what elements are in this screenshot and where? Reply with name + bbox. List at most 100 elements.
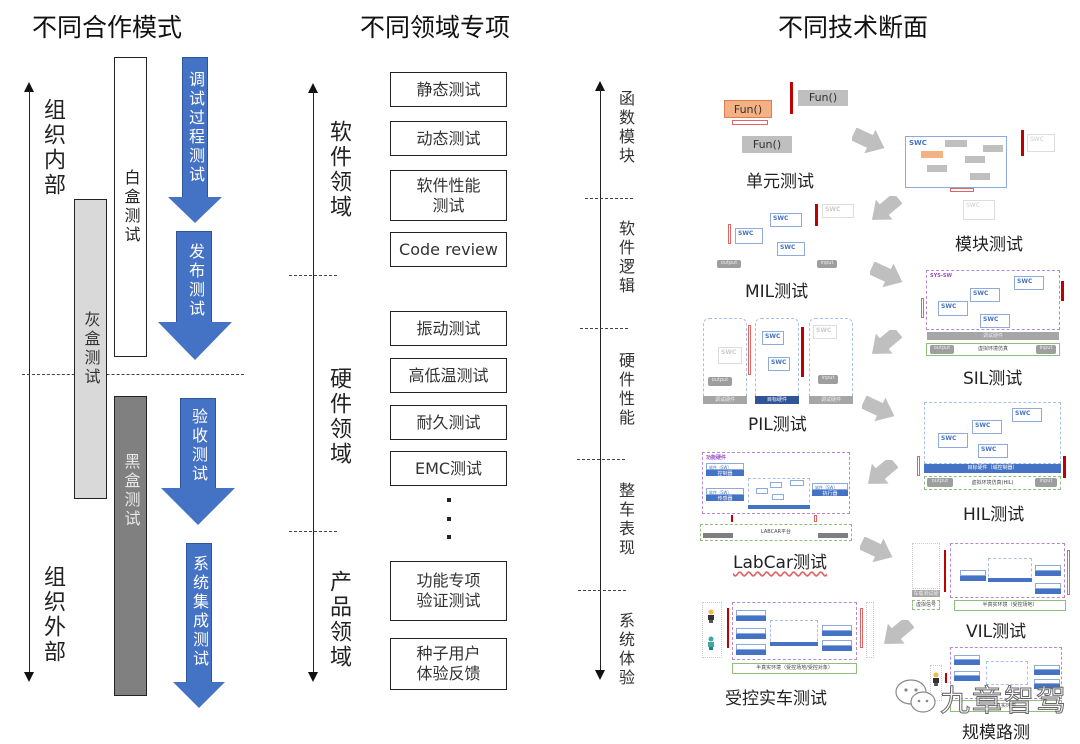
swc-box: SWC <box>770 213 802 227</box>
title-technical-sections: 不同技术断面 <box>778 13 929 42</box>
fun-under-test: Fun() <box>724 100 772 118</box>
hil-test-diagram: SWC SWC SWC SWC 目标硬件（域控制器） 虚拟环境仿真(HIL) o… <box>912 400 1072 494</box>
acceptance-test-arrow: 验收测试 <box>161 398 235 525</box>
input-block: input <box>1036 345 1056 354</box>
release-test-label: 发布测试 <box>186 243 205 319</box>
flow-arrow-right-down-icon <box>852 128 885 154</box>
debug-hw-bar: 调试硬件 <box>703 396 747 404</box>
black-box-label: 黑盒测试 <box>121 453 141 529</box>
virtual-signal-frame: 虚拟信号 <box>912 600 940 610</box>
caption-unit-test: 单元测试 <box>746 172 814 192</box>
swc-label: SWC <box>907 138 929 148</box>
sensor-bar: 传感器 <box>706 495 744 502</box>
swc-box: SWC <box>978 444 1008 458</box>
layer-label-software-logic: 软件逻辑 <box>616 220 635 296</box>
semi-real-env-frame: 半真实环境（受控场地/受控对象） <box>732 663 857 674</box>
gray-box-label: 灰盒测试 <box>81 311 101 387</box>
driver-bar <box>732 120 768 125</box>
vehicle-ctrl-hw-bar: 车载测试硬件 <box>912 590 940 604</box>
swc-box: SWC <box>762 331 784 345</box>
black-box-bar: 黑盒测试 <box>114 396 147 696</box>
driver-bar <box>1067 550 1070 595</box>
section-label-hardware: 硬件领域 <box>326 367 351 467</box>
title-cooperation-modes: 不同合作模式 <box>32 13 183 42</box>
fun-mini <box>965 156 985 163</box>
swc-box: SWC <box>777 242 805 256</box>
stub-bar <box>731 515 733 522</box>
fun-mini <box>945 140 967 147</box>
swc-ghost: SWC <box>718 347 742 364</box>
stub-bar <box>727 608 729 648</box>
actuator-bar <box>822 646 852 651</box>
swc-ghost: SWC <box>1027 134 1055 152</box>
domain-controller-bar <box>988 578 1032 582</box>
caption-sil-test: SIL测试 <box>963 369 1023 389</box>
swc-mini <box>756 488 768 494</box>
target-hw-bar: 目标硬件（域控制器） <box>924 464 1061 473</box>
controller-bar <box>736 616 766 621</box>
swc-box: SWC <box>980 314 1010 328</box>
input-block: input <box>817 260 837 268</box>
swc-mini <box>790 480 804 486</box>
actuator-bar <box>822 631 852 636</box>
caption-module-test: 模块测试 <box>955 235 1023 255</box>
driver-bar <box>917 456 920 476</box>
fun-mini <box>970 173 990 180</box>
swc-box: SWC <box>735 228 763 244</box>
sw-box: 软件（SW） <box>706 463 744 470</box>
target-hw-bar: 目标硬件 <box>755 396 799 404</box>
layer-label-hardware-performance: 硬件性能 <box>616 352 635 428</box>
sensor-bar <box>960 576 986 581</box>
controlled-vehicle-test-diagram: 半真实环境（受控场地/受控对象） <box>700 600 875 676</box>
controller-bar <box>954 660 980 665</box>
output-block: output <box>717 260 741 268</box>
stub-bar <box>801 327 804 377</box>
layer-divider-3 <box>577 459 625 460</box>
test-box-dynamic: 动态测试 <box>390 121 507 156</box>
output-block: output <box>708 377 732 386</box>
test-box-durability: 耐久测试 <box>390 405 507 440</box>
swc-box: SWC <box>970 288 1000 302</box>
debug-test-label: 调试过程测试 <box>186 71 205 185</box>
driver-person-icon <box>707 608 715 623</box>
swc-box: SWC <box>1014 276 1044 290</box>
driver-bar <box>860 608 863 648</box>
layer-divider-1 <box>585 198 633 199</box>
swc-box: SWC <box>938 301 968 316</box>
flow-arrow-right-down-icon <box>870 262 903 288</box>
watermark-text: 九章智驾 <box>940 684 1068 720</box>
domain-divider-1 <box>289 275 337 276</box>
domain-controller-bar <box>748 505 810 509</box>
target-frame <box>866 602 874 658</box>
stub-bar <box>944 550 946 592</box>
input-block: input <box>818 375 838 384</box>
driver-bar <box>921 298 924 318</box>
stub-bar <box>1063 456 1066 478</box>
fun-block: Fun() <box>798 90 848 106</box>
wechat-logo-icon <box>895 679 936 713</box>
test-box-code-review: Code review <box>390 232 507 267</box>
layer-label-vehicle-performance: 整车表现 <box>616 482 635 558</box>
swc-box: SWC <box>768 357 790 371</box>
axis-label-internal: 组织内部 <box>40 98 65 198</box>
flow-arrow-left-down-icon <box>883 620 914 644</box>
stub-bar <box>1021 130 1024 156</box>
mil-test-diagram: SWC SWC SWC SWC output input <box>705 200 865 272</box>
flow-arrow-right-down-icon <box>862 396 895 422</box>
cooperation-divider <box>22 374 244 375</box>
sw-box: 软件（SW） <box>812 483 848 490</box>
test-box-seed-user-feedback: 种子用户 体验反馈 <box>390 638 507 690</box>
fun-mini <box>983 145 1003 152</box>
actuator-bar <box>1035 589 1061 594</box>
actuator-bar <box>1034 670 1060 675</box>
axis-label-external: 组织外部 <box>40 565 65 665</box>
layer-label-function-module: 函数模块 <box>616 90 635 166</box>
swc-box: SWC <box>1012 408 1042 422</box>
test-box-function-verification: 功能专项 验证测试 <box>390 561 507 621</box>
sensor-bar <box>736 650 766 655</box>
domain-axis-arrow-down-icon <box>308 672 318 682</box>
test-box-temperature: 高低温测试 <box>390 358 507 393</box>
driver-bar <box>950 188 974 192</box>
flow-arrow-left-down-icon <box>871 196 902 220</box>
flow-arrow-right-down-icon <box>860 537 893 563</box>
